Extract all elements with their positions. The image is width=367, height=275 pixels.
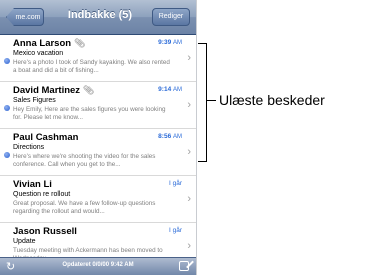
message-time: I går xyxy=(168,180,182,187)
chevron-right-icon: › xyxy=(187,193,191,205)
message-ampm: AM xyxy=(173,87,182,93)
unread-dot-icon xyxy=(4,152,10,158)
message-subject: Mexico vacation xyxy=(13,50,64,57)
message-time: 9:39 xyxy=(158,39,172,46)
message-sender: Paul Cashman xyxy=(13,132,79,143)
message-preview: Here's where we're shooting the video fo… xyxy=(13,153,156,168)
message-row[interactable]: Paul Cashman 8:56 AM Directions Here's w… xyxy=(0,129,196,176)
navigation-bar: me.com Indbakke (5) Rediger xyxy=(0,0,196,35)
unread-bracket xyxy=(198,43,207,162)
chevron-right-icon: › xyxy=(187,52,191,64)
inbox-title: Indbakke (5) xyxy=(67,9,133,21)
message-sender: Vivian Li xyxy=(13,179,52,190)
message-sender: Anna Larson xyxy=(13,38,72,49)
unread-dot-icon xyxy=(4,58,10,64)
message-sender: Jason Russell xyxy=(13,226,77,237)
message-time: 8:56 xyxy=(158,133,172,140)
message-preview: Great proposal. We have a few follow-up … xyxy=(13,200,156,215)
message-preview: Here's a photo I took of Sandy kayaking.… xyxy=(13,59,170,74)
paperclip-icon: 📎︎ xyxy=(83,85,95,95)
message-sender: David Martinez xyxy=(13,85,81,96)
message-row[interactable]: Anna Larson 📎︎ 9:39 AM Mexico vacation He… xyxy=(0,35,196,82)
message-subject: Sales Figures xyxy=(13,97,56,104)
compose-icon[interactable] xyxy=(179,261,189,271)
message-subject: Question re rollout xyxy=(13,191,71,198)
back-button[interactable]: me.com xyxy=(6,8,44,26)
paperclip-icon: 📎︎ xyxy=(74,38,86,48)
message-preview: Hey Emily, Here are the sales figures yo… xyxy=(13,106,166,121)
message-subject: Update xyxy=(13,238,36,245)
callout-line xyxy=(206,100,216,101)
refresh-icon[interactable]: ↻ xyxy=(6,260,15,274)
message-subject: Directions xyxy=(13,144,45,151)
edit-button[interactable]: Rediger xyxy=(152,8,190,26)
bottom-toolbar: ↻ Opdateret 0/0/00 9:42 AM xyxy=(0,257,196,275)
message-row[interactable]: Vivian Li I går Question re rollout Grea… xyxy=(0,176,196,223)
mail-app-screen: me.com Indbakke (5) Rediger Anna Larson 📎… xyxy=(0,0,197,275)
unread-dot-icon xyxy=(4,105,10,111)
chevron-right-icon: › xyxy=(187,146,191,158)
message-list: Anna Larson 📎︎ 9:39 AM Mexico vacation He… xyxy=(0,35,196,270)
callout-label: Ulæste beskeder xyxy=(219,92,325,108)
message-time: 9:14 xyxy=(158,86,172,93)
message-time: I går xyxy=(168,227,182,234)
chevron-right-icon: › xyxy=(187,99,191,111)
message-ampm: AM xyxy=(173,40,182,46)
message-ampm: AM xyxy=(173,134,182,140)
message-row[interactable]: David Martinez 📎︎ 9:14 AM Sales Figures H… xyxy=(0,82,196,129)
updated-status: Opdateret 0/0/00 9:42 AM xyxy=(62,262,134,268)
chevron-right-icon: › xyxy=(187,240,191,252)
